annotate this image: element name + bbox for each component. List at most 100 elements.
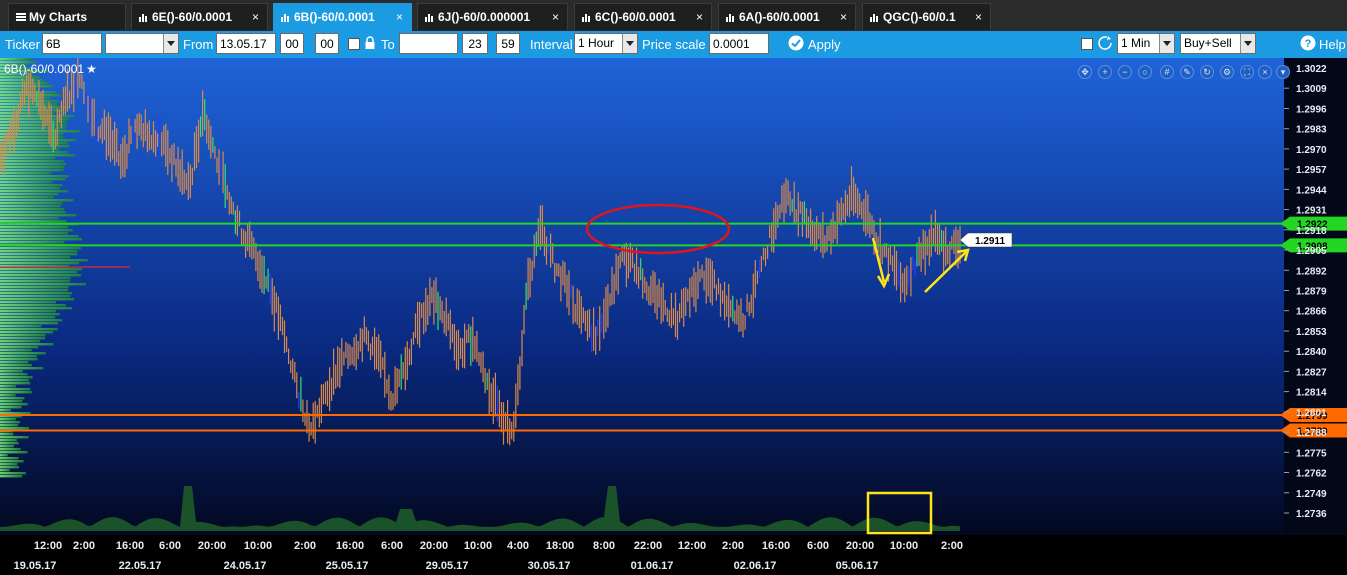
price-chart[interactable]: 1.2922 1.2908 1.2799 1.2789 1.3022 1.3009 1.2… [0, 58, 1347, 575]
to-minute-input[interactable] [496, 33, 520, 54]
grid-icon[interactable]: # [1160, 65, 1174, 79]
profile-bar [0, 355, 37, 358]
profile-bar [0, 472, 26, 475]
profile-bar [0, 322, 58, 325]
profile-bar [0, 280, 70, 283]
from-hour-input[interactable] [280, 33, 304, 54]
zoom-out-icon[interactable]: − [1118, 65, 1132, 79]
profile-bar [0, 316, 56, 319]
profile-bar [0, 466, 19, 469]
profile-bar [0, 253, 78, 256]
date-tick-label: 05.06.17 [836, 560, 879, 572]
check-circle-icon[interactable] [788, 35, 804, 54]
close-icon[interactable]: × [552, 4, 559, 30]
profile-bar [0, 208, 65, 211]
profile-bar [0, 220, 67, 223]
profile-bar [0, 334, 46, 337]
from-date-input[interactable] [216, 33, 276, 54]
price-tick-label: 1.2944 [1296, 185, 1327, 196]
chevron-down-icon[interactable]: ▾ [1276, 65, 1290, 79]
apply-button[interactable]: Apply [808, 37, 841, 52]
close-chart-icon[interactable]: × [1258, 65, 1272, 79]
favorite-star-icon[interactable]: ★ [86, 62, 97, 76]
profile-bar [0, 277, 71, 280]
time-tick-label: 10:00 [890, 540, 918, 552]
settings-gear-icon[interactable]: ⚙ [1220, 65, 1234, 79]
lock-icon[interactable] [364, 36, 376, 53]
zoom-in-icon[interactable]: + [1098, 65, 1112, 79]
tab-6b-chart[interactable]: 6B()-60/0.0001 × [273, 3, 412, 31]
tab-6a-chart[interactable]: 6A()-60/0.0001 × [718, 3, 856, 30]
profile-bar [0, 292, 72, 295]
to-date-checkbox[interactable] [348, 38, 360, 50]
profile-bar [0, 400, 23, 403]
profile-bar [0, 226, 69, 229]
last-price-label: 1.2911 [975, 236, 1005, 247]
zoom-reset-icon[interactable]: ○ [1138, 65, 1152, 79]
date-tick-label: 25.05.17 [326, 560, 369, 572]
profile-bar [0, 154, 76, 157]
tab-my-charts[interactable]: My Charts [8, 3, 126, 30]
profile-bar [0, 283, 86, 286]
auto-refresh-checkbox[interactable] [1081, 38, 1093, 50]
close-icon[interactable]: × [975, 4, 982, 30]
move-icon[interactable]: ✥ [1078, 65, 1092, 79]
profile-bar [0, 286, 69, 289]
profile-bar [0, 262, 79, 265]
profile-bar [0, 178, 66, 181]
to-hour-input[interactable] [462, 33, 488, 54]
time-tick-label: 16:00 [116, 540, 144, 552]
help-icon[interactable]: ? [1300, 35, 1316, 54]
price-scale-input[interactable] [709, 33, 769, 54]
price-tick-label: 1.2957 [1296, 165, 1327, 176]
profile-bar [0, 238, 82, 241]
close-icon[interactable]: × [840, 4, 847, 30]
profile-bar [0, 340, 40, 343]
help-button[interactable]: Help [1319, 37, 1346, 52]
chart-background [0, 58, 1284, 535]
chevron-down-icon[interactable] [1159, 34, 1174, 53]
profile-bar [0, 418, 16, 421]
profile-bar [0, 190, 68, 193]
tab-label: QGC()-60/0.1 [883, 10, 956, 24]
profile-bar [0, 289, 69, 292]
profile-bar [0, 148, 60, 151]
to-date-input[interactable] [399, 33, 458, 54]
refresh-icon[interactable] [1097, 35, 1113, 54]
close-icon[interactable]: × [252, 4, 259, 30]
chart-canvas[interactable]: 1.29221.29081.27991.2789 1.30221.30091.2… [0, 58, 1347, 575]
tab-qgc-chart[interactable]: QGC()-60/0.1 × [862, 3, 991, 30]
tab-6e-chart[interactable]: 6E()-60/0.0001 × [131, 3, 268, 30]
draw-icon[interactable]: ✎ [1180, 65, 1194, 79]
profile-bar [0, 349, 32, 352]
price-tick-label: 1.3009 [1296, 84, 1327, 95]
date-tick-label: 02.06.17 [734, 560, 777, 572]
time-tick-label: 6:00 [159, 540, 181, 552]
profile-bar [0, 379, 29, 382]
profile-bar [0, 448, 21, 451]
svg-text:?: ? [1305, 38, 1312, 50]
profile-bar [0, 175, 69, 178]
profile-bar [0, 361, 29, 364]
profile-bar [0, 241, 65, 244]
close-icon[interactable]: × [696, 4, 703, 30]
ticker-input[interactable] [42, 33, 102, 54]
date-tick-label: 29.05.17 [426, 560, 469, 572]
profile-bar [0, 397, 25, 400]
profile-bar [0, 295, 71, 298]
price-tick-label: 1.2996 [1296, 105, 1327, 116]
from-minute-input[interactable] [315, 33, 339, 54]
scroll-icon[interactable]: ↻ [1200, 65, 1214, 79]
profile-bar [0, 184, 63, 187]
time-tick-label: 20:00 [198, 540, 226, 552]
fullscreen-icon[interactable]: ⛶ [1240, 65, 1254, 79]
tab-6j-chart[interactable]: 6J()-60/0.000001 × [417, 3, 568, 30]
chevron-down-icon[interactable] [163, 34, 178, 53]
tab-6c-chart[interactable]: 6C()-60/0.0001 × [574, 3, 712, 30]
chevron-down-icon[interactable] [622, 34, 637, 53]
profile-bar [0, 187, 60, 190]
profile-bar [0, 352, 46, 355]
close-icon[interactable]: × [396, 4, 403, 30]
time-tick-label: 16:00 [762, 540, 790, 552]
chevron-down-icon[interactable] [1240, 34, 1255, 53]
